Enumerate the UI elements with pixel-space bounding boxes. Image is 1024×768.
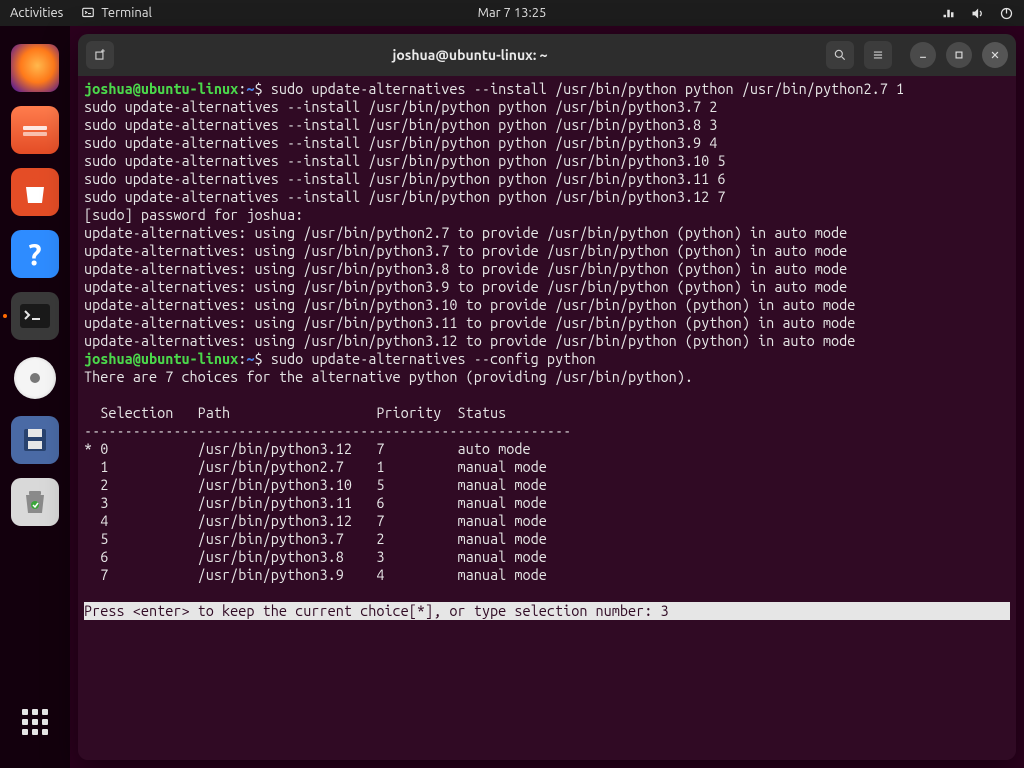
dock-ubuntu-software[interactable] — [11, 168, 59, 216]
hamburger-menu-button[interactable] — [864, 41, 892, 69]
volume-icon[interactable] — [970, 6, 985, 21]
dock-trash[interactable] — [11, 478, 59, 526]
maximize-icon — [952, 48, 966, 62]
topbar-app-name: Terminal — [101, 6, 152, 20]
terminal-window: joshua@ubuntu-linux: ~ joshua@ubuntu- — [78, 34, 1016, 760]
window-minimize-button[interactable] — [910, 42, 936, 68]
disc-icon — [14, 357, 56, 399]
terminal-app-icon — [20, 304, 50, 328]
shopping-bag-icon — [20, 177, 50, 207]
dock-help[interactable]: ? — [11, 230, 59, 278]
terminal-icon — [81, 6, 95, 20]
trash-icon — [22, 487, 48, 517]
window-maximize-button[interactable] — [946, 42, 972, 68]
topbar-app-indicator[interactable]: Terminal — [81, 6, 152, 20]
dock-disks[interactable] — [11, 354, 59, 402]
window-titlebar[interactable]: joshua@ubuntu-linux: ~ — [78, 34, 1016, 76]
terminal-viewport[interactable]: joshua@ubuntu-linux:~$ sudo update-alter… — [78, 76, 1016, 760]
window-title: joshua@ubuntu-linux: ~ — [122, 47, 818, 63]
activities-button[interactable]: Activities — [10, 6, 63, 20]
dock-terminal[interactable] — [11, 292, 59, 340]
search-icon — [833, 48, 847, 62]
new-tab-icon — [93, 48, 107, 62]
save-icon — [20, 425, 50, 455]
hamburger-icon — [871, 48, 885, 62]
dock: ? — [0, 26, 70, 768]
dock-firefox[interactable] — [11, 44, 59, 92]
files-icon — [20, 117, 50, 143]
dock-screenshot[interactable] — [11, 416, 59, 464]
close-icon — [988, 48, 1002, 62]
power-icon[interactable] — [999, 6, 1014, 21]
minimize-icon — [916, 48, 930, 62]
topbar-clock[interactable]: Mar 7 13:25 — [478, 6, 547, 20]
question-icon: ? — [28, 237, 41, 271]
search-button[interactable] — [826, 41, 854, 69]
show-applications-button[interactable] — [11, 698, 59, 746]
window-close-button[interactable] — [982, 42, 1008, 68]
network-icon[interactable] — [941, 6, 956, 21]
dock-files[interactable] — [11, 106, 59, 154]
gnome-topbar: Activities Terminal Mar 7 13:25 — [0, 0, 1024, 26]
new-tab-button[interactable] — [86, 41, 114, 69]
